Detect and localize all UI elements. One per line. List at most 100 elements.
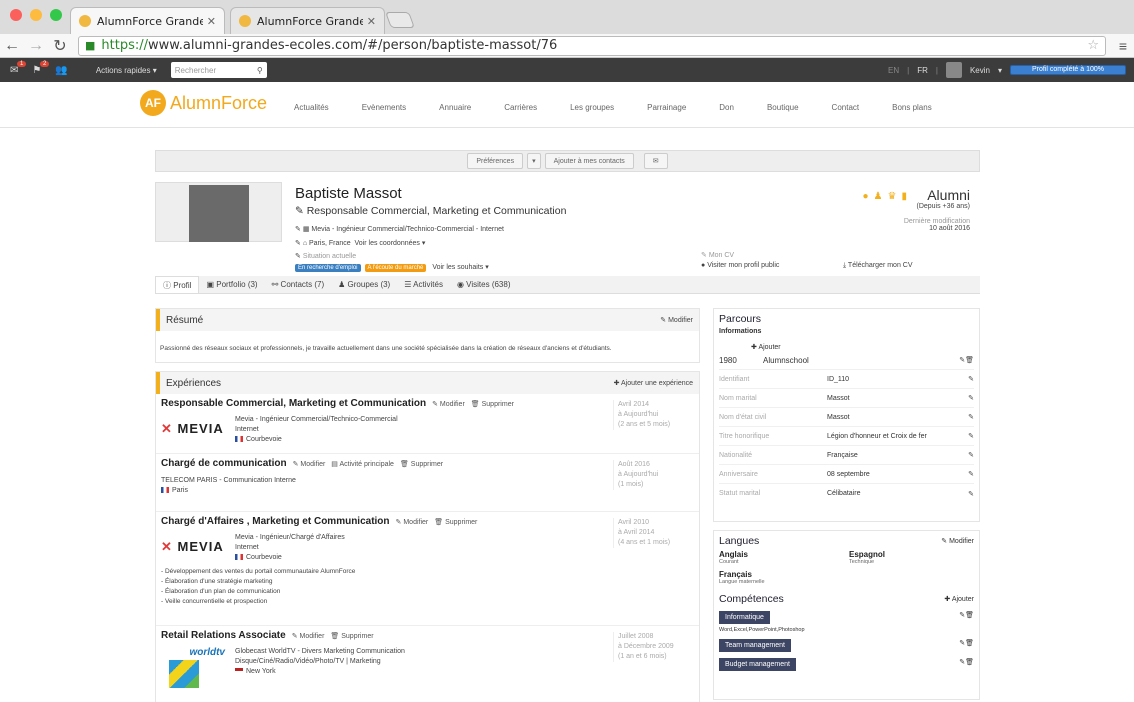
quick-actions-menu[interactable]: Actions rapides ▾ — [96, 66, 157, 75]
experience-item: Responsable Commercial, Marketing et Com… — [156, 394, 699, 454]
user-name[interactable]: Kevin — [970, 66, 990, 75]
pencil-icon[interactable]: ✎ — [964, 375, 974, 383]
nav-bons-plans[interactable]: Bons plans — [892, 103, 932, 112]
flag-badge: 2 — [40, 60, 50, 67]
lang-en-link[interactable]: EN — [888, 66, 899, 75]
chevron-down-icon[interactable]: ▾ — [422, 240, 426, 247]
browser-menu-icon[interactable]: ≡ — [1112, 38, 1134, 54]
nav-carrieres[interactable]: Carrières — [504, 103, 537, 112]
sector: Disque/Ciné/Radio/Vidéo/Photo/TV | Marke… — [235, 658, 381, 665]
delete-button[interactable]: 🗑 Supprimer — [471, 401, 514, 408]
delete-button[interactable]: 🗑 Supprimer — [434, 519, 477, 526]
see-coordinates-link[interactable]: Voir les coordonnées — [355, 240, 420, 247]
add-label: Ajouter — [951, 596, 974, 603]
description-line: - Élaboration d'un plan de communication — [161, 588, 281, 595]
edit-delete-icons[interactable]: ✎🗑 — [959, 611, 974, 619]
nav-evenements[interactable]: Evènements — [362, 103, 406, 112]
nav-annuaire[interactable]: Annuaire — [439, 103, 471, 112]
pencil-icon[interactable]: ✎ — [295, 205, 307, 217]
add-school-button[interactable]: ✚ Ajouter — [751, 343, 974, 351]
nav-actualites[interactable]: Actualités — [294, 103, 329, 112]
tab-visites[interactable]: ◉ Visites (638) — [450, 276, 518, 293]
add-skill-button[interactable]: ✚ Ajouter — [944, 595, 974, 603]
search-input[interactable]: Rechercher ⚲ — [170, 62, 267, 78]
member-since: (Depuis +36 ans) — [916, 203, 970, 210]
new-tab-button[interactable] — [385, 12, 415, 28]
chevron-down-icon[interactable]: ▾ — [485, 264, 489, 271]
add-contact-button[interactable]: Ajouter à mes contacts — [544, 153, 634, 169]
see-wishes-link[interactable]: Voir les souhaits — [432, 264, 483, 271]
tab-groupes[interactable]: ♟ Groupes (3) — [331, 276, 397, 293]
pencil-icon[interactable]: ✎ — [964, 413, 974, 421]
site-logo[interactable]: AF AlumnForce — [140, 90, 267, 116]
forward-icon[interactable]: → — [24, 37, 48, 55]
edit-delete-icons[interactable]: ✎🗑 — [959, 658, 974, 666]
pencil-icon[interactable]: ✎ — [964, 470, 974, 478]
profile-tabs: ⓘ Profil ▣ Portfolio (3) ⚯ Contacts (7) … — [155, 276, 980, 294]
mail-icon[interactable]: ✉ 1 — [10, 60, 27, 76]
users-icon[interactable]: 👥 — [55, 65, 67, 76]
skill-tag: Team management — [719, 639, 791, 652]
tab-bar: AlumnForce Grandes École ✕ AlumnForce Gr… — [0, 0, 1134, 34]
add-experience-button[interactable]: ✚ Ajouter une expérience — [614, 379, 693, 387]
user-menu-chevron-icon[interactable]: ▾ — [998, 66, 1002, 75]
pencil-icon[interactable]: ✎ — [295, 253, 303, 260]
pencil-icon[interactable]: ✎ — [964, 490, 974, 498]
worldtv-logo-mark — [169, 660, 199, 688]
maximize-window-icon[interactable] — [50, 9, 62, 21]
info-row: Anniversaire 08 septembre ✎ — [719, 465, 974, 484]
nav-don[interactable]: Don — [719, 103, 734, 112]
modify-button[interactable]: ✎ Modifier — [292, 633, 325, 640]
tab-profil[interactable]: ⓘ Profil — [155, 276, 200, 293]
info-key: Titre honorifique — [719, 432, 770, 440]
modify-button[interactable]: ✎ Modifier — [293, 461, 326, 468]
main-activity-button[interactable]: ▤ Activité principale — [331, 461, 394, 468]
browser-tab-active[interactable]: AlumnForce Grandes École ✕ — [70, 7, 225, 34]
group-icon: ♟ — [873, 191, 888, 202]
close-tab-icon[interactable]: ✕ — [207, 15, 216, 28]
edit-delete-icons[interactable]: ✎🗑 — [959, 639, 974, 647]
nav-boutique[interactable]: Boutique — [767, 103, 799, 112]
modify-label: Modifier — [668, 317, 693, 324]
lang-fr-link[interactable]: FR — [917, 66, 928, 75]
tab-contacts[interactable]: ⚯ Contacts (7) — [265, 276, 332, 293]
pencil-icon[interactable]: ✎ — [701, 252, 709, 259]
nav-contact[interactable]: Contact — [832, 103, 860, 112]
browser-tab-inactive[interactable]: AlumnForce Grandes École ✕ — [230, 7, 385, 34]
notification-flag-icon[interactable]: ⚑ 2 — [32, 60, 50, 76]
pencil-icon[interactable]: ✎ — [295, 240, 303, 247]
pencil-icon[interactable]: ✎ — [964, 451, 974, 459]
delete-button[interactable]: 🗑 Supprimer — [330, 633, 373, 640]
langues-modify-button[interactable]: ✎ Modifier — [941, 537, 974, 545]
public-profile-link[interactable]: ● Visiter mon profil public — [701, 262, 779, 269]
bookmark-star-icon[interactable]: ☆ — [1087, 38, 1099, 53]
tab-portfolio[interactable]: ▣ Portfolio (3) — [199, 276, 264, 293]
delete-button[interactable]: 🗑 Supprimer — [400, 461, 443, 468]
search-icon[interactable]: ⚲ — [257, 66, 263, 75]
preferences-button[interactable]: Préférences — [467, 153, 524, 169]
end-date: à Aujourd'hui — [618, 411, 659, 418]
close-window-icon[interactable] — [10, 9, 22, 21]
avatar[interactable] — [945, 62, 962, 78]
modify-button[interactable]: ✎ Modifier — [432, 401, 465, 408]
pencil-icon[interactable]: ✎ — [295, 226, 303, 233]
download-cv-link[interactable]: ⤓ Télécharger mon CV — [843, 262, 913, 270]
modify-button[interactable]: ✎ Modifier — [396, 519, 429, 526]
experience-description: - Développement des ventes du portail co… — [161, 567, 694, 607]
back-icon[interactable]: ← — [0, 37, 24, 55]
resume-header: Résumé ✎ Modifier — [156, 309, 699, 331]
nav-parrainage[interactable]: Parrainage — [647, 103, 686, 112]
minimize-window-icon[interactable] — [30, 9, 42, 21]
nav-groupes[interactable]: Les groupes — [570, 103, 614, 112]
tab-activites[interactable]: ☰ Activités — [397, 276, 450, 293]
pencil-icon[interactable]: ✎ — [964, 394, 974, 402]
reload-icon[interactable]: ↻ — [48, 36, 72, 56]
pencil-icon[interactable]: ✎ — [964, 432, 974, 440]
profile-completion-bar[interactable]: Profil complété à 100% — [1010, 65, 1126, 75]
edit-delete-icons[interactable]: ✎🗑 — [954, 356, 974, 364]
resume-modify-button[interactable]: ✎ Modifier — [660, 316, 693, 324]
preferences-dropdown-button[interactable]: ▾ — [527, 153, 541, 169]
url-field[interactable]: ■ https://www.alumni-grandes-ecoles.com/… — [78, 35, 1106, 56]
message-button[interactable]: ✉ — [643, 153, 668, 169]
close-tab-icon[interactable]: ✕ — [367, 15, 376, 28]
